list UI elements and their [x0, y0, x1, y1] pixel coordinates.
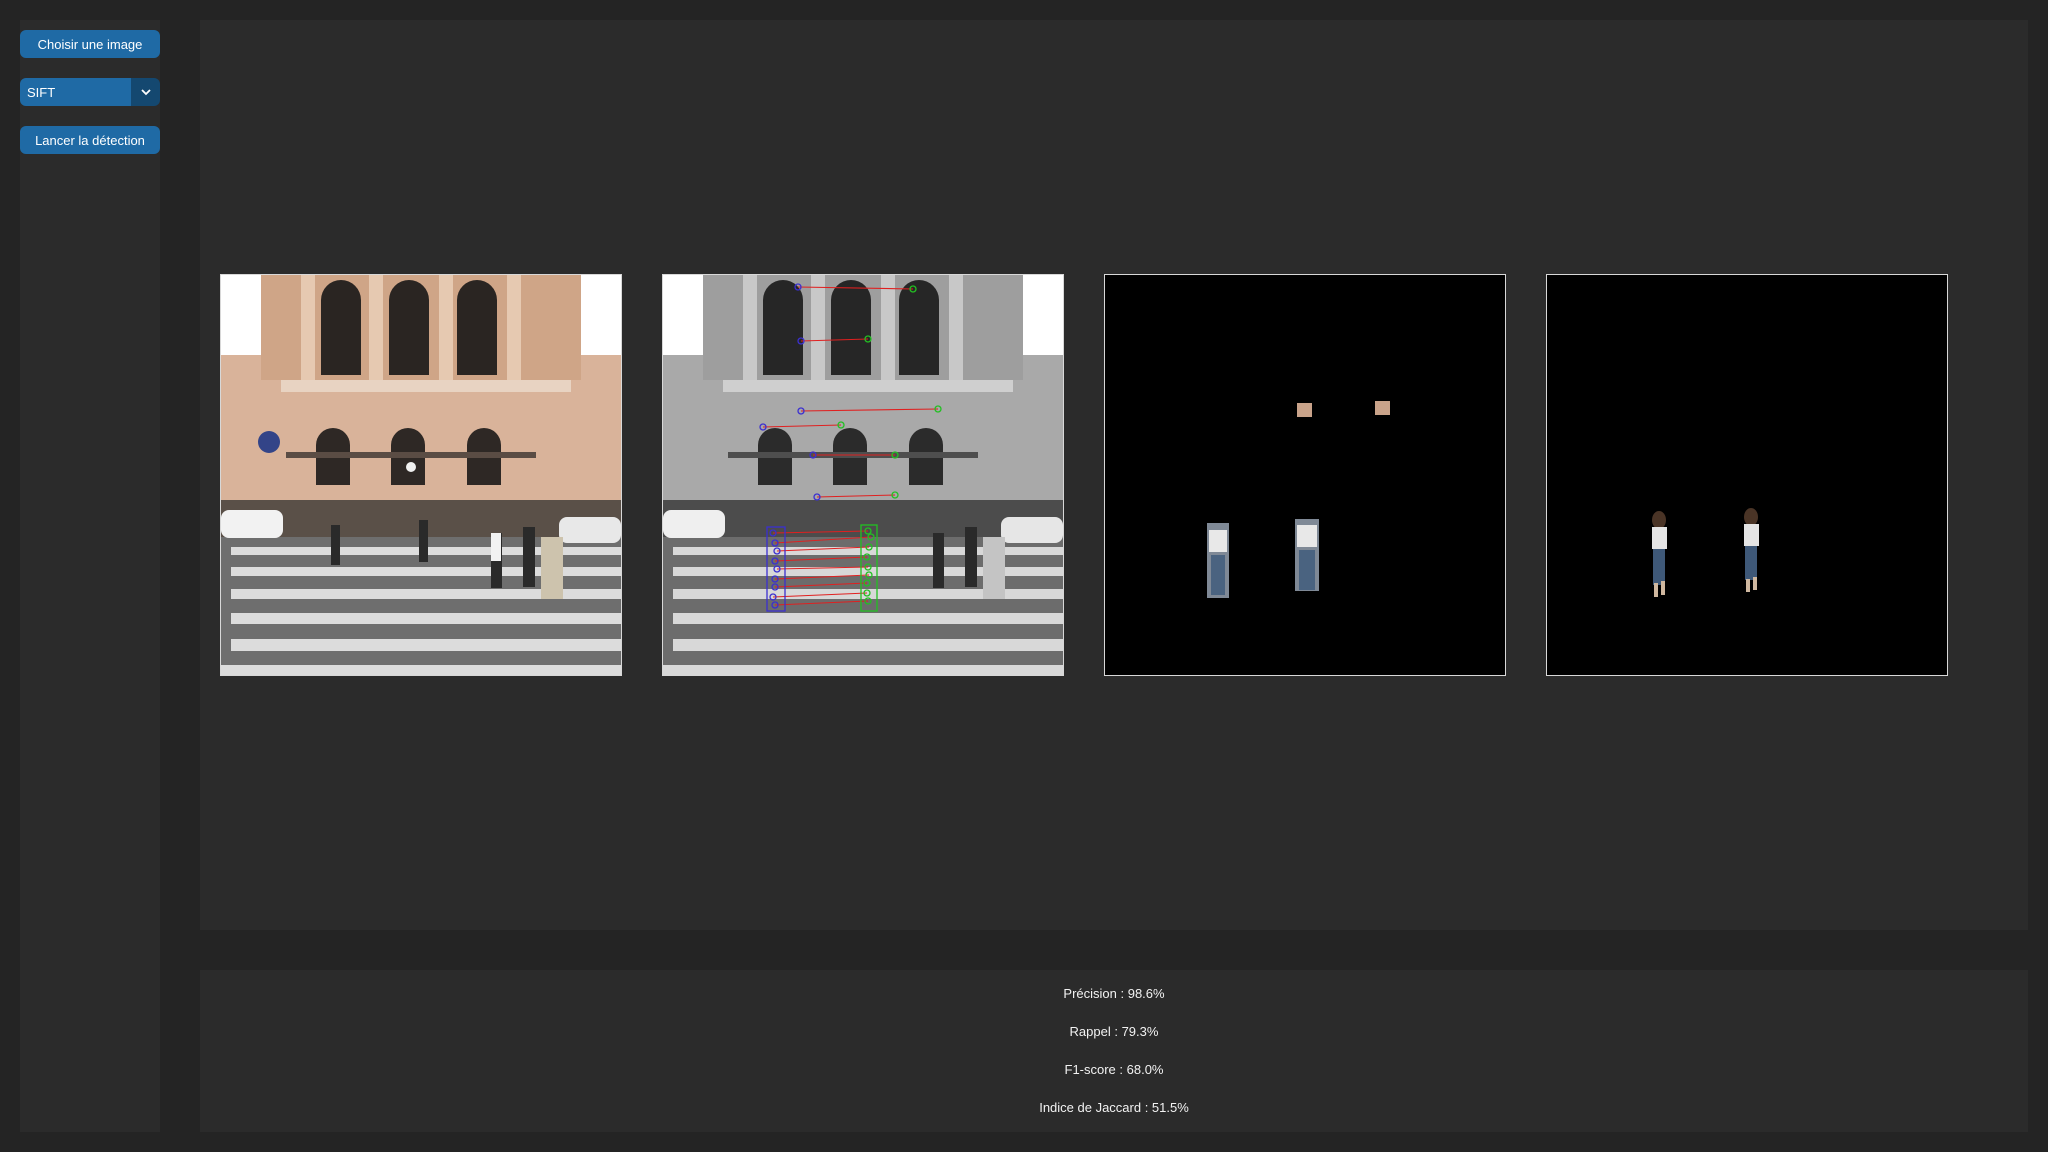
precision-metric: Précision : 98.6% — [1063, 986, 1165, 1001]
ground-truth-mask-image — [1547, 275, 1947, 675]
choose-image-button[interactable]: Choisir une image — [20, 30, 160, 58]
original-image — [221, 275, 621, 675]
keypoint-matches-image — [663, 275, 1063, 675]
detector-select-value: SIFT — [20, 78, 131, 106]
keypoint-matches-panel — [662, 274, 1064, 676]
chevron-down-icon[interactable] — [131, 78, 160, 106]
recall-metric: Rappel : 79.3% — [1069, 1024, 1159, 1039]
original-image-panel — [220, 274, 622, 676]
metrics-panel: Précision : 98.6% Rappel : 79.3% F1-scor… — [200, 970, 2028, 1132]
jaccard-index-metric: Indice de Jaccard : 51.5% — [1039, 1100, 1189, 1115]
f1-score-metric: F1-score : 68.0% — [1064, 1062, 1164, 1077]
sidebar: Choisir une image SIFT Lancer la détecti… — [20, 20, 160, 1132]
ground-truth-mask-panel — [1546, 274, 1948, 676]
run-detection-button[interactable]: Lancer la détection — [20, 126, 160, 154]
detected-regions-image — [1105, 275, 1505, 675]
image-display-area — [200, 20, 2028, 930]
detector-select[interactable]: SIFT — [20, 78, 160, 106]
detected-regions-panel — [1104, 274, 1506, 676]
